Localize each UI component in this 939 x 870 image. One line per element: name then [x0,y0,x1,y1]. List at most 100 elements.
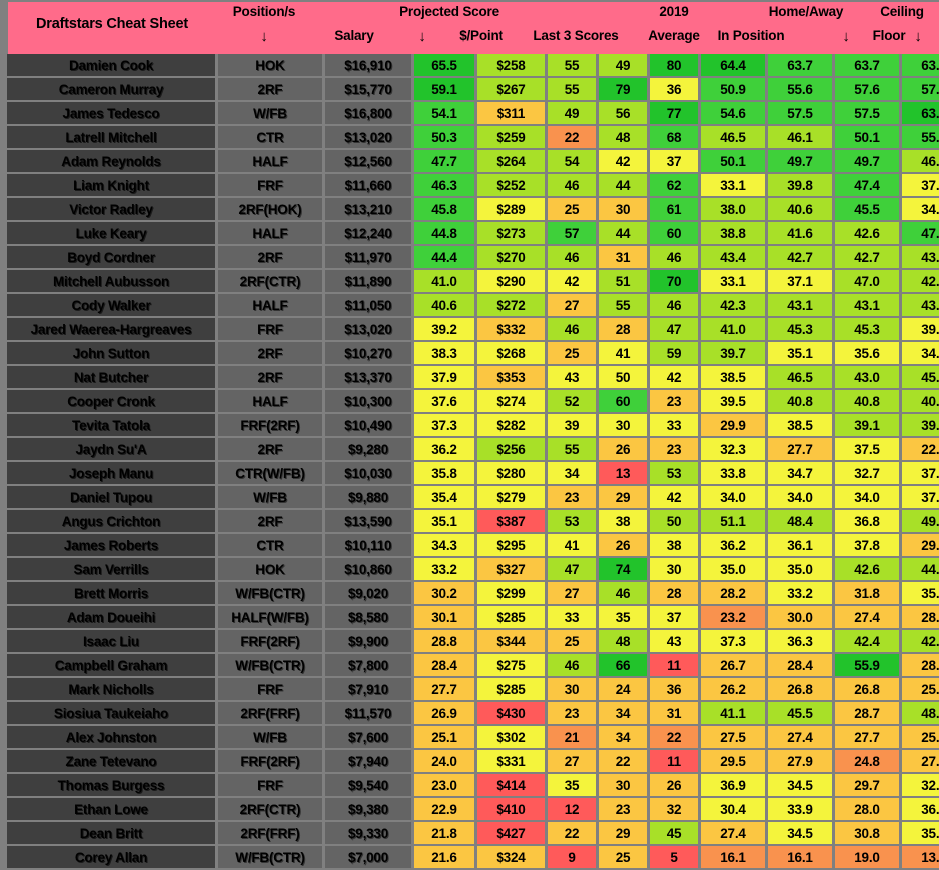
cell-inpos: 27.7 [768,438,832,460]
table-row[interactable]: Luke Keary HALF $12,240 44.8 $273 57 44 60 38.8 4… [7,222,939,244]
cell-haip: 35.1 [902,582,939,604]
cell-salary: $9,900 [325,630,411,652]
cell-pos: HALF(W/FB) [218,606,322,628]
table-row[interactable]: Brett Morris W/FB(CTR) $9,020 30.2 $299 27 46 2… [7,582,939,604]
cell-l2: 55 [599,294,647,316]
cell-l3: 61 [650,198,698,220]
cell-perpoint: $282 [477,414,545,436]
cell-perpoint: $273 [477,222,545,244]
cell-proj: 35.1 [414,510,474,532]
table-row[interactable]: Thomas Burgess FRF $9,540 23.0 $414 35 30 26 36.… [7,774,939,796]
cell-haip: 42.7 [902,630,939,652]
cell-perpoint: $302 [477,726,545,748]
cell-salary: $10,860 [325,558,411,580]
cell-haip: 55.9 [902,126,939,148]
cell-proj: 27.7 [414,678,474,700]
table-row[interactable]: John Sutton 2RF $10,270 38.3 $268 25 41 59 39.7 3… [7,342,939,364]
cell-inpos: 34.5 [768,822,832,844]
cell-l1: 25 [548,630,596,652]
cell-inpos: 38.5 [768,414,832,436]
cell-proj: 33.2 [414,558,474,580]
cell-pos: CTR [218,534,322,556]
table-row[interactable]: Sam Verrills HOK $10,860 33.2 $327 47 74 30 35.0… [7,558,939,580]
table-row[interactable]: Cooper Cronk HALF $10,300 37.6 $274 52 60 23 39.… [7,390,939,412]
cell-ha: 43.0 [835,366,899,388]
cell-name: Brett Morris [7,582,215,604]
table-row[interactable]: Adam Reynolds HALF $12,560 47.7 $264 54 42 37 50… [7,150,939,172]
cell-avg: 16.1 [701,846,765,868]
cell-l1: 23 [548,486,596,508]
cell-l2: 34 [599,726,647,748]
cell-pos: 2RF [218,342,322,364]
cell-haip: 34.3 [902,198,939,220]
cell-pos: W/FB(CTR) [218,582,322,604]
cell-perpoint: $299 [477,582,545,604]
cell-proj: 59.1 [414,78,474,100]
cell-name: Jared Waerea-Hargreaves [7,318,215,340]
cell-l2: 30 [599,774,647,796]
table-row[interactable]: Victor Radley 2RF(HOK) $13,210 45.8 $289 25 30… [7,198,939,220]
table-row[interactable]: Corey Allan W/FB(CTR) $7,000 21.6 $324 9 25 5 16… [7,846,939,868]
table-row[interactable]: Damien Cook HOK $16,910 65.5 $258 55 49 80 64.4 6… [7,54,939,76]
cell-inpos: 39.8 [768,174,832,196]
cell-salary: $11,050 [325,294,411,316]
table-row[interactable]: Ethan Lowe 2RF(CTR) $9,380 22.9 $410 12 23 32 30… [7,798,939,820]
table-row[interactable]: Campbell Graham W/FB(CTR) $7,800 28.4 $275 46… [7,654,939,676]
cell-perpoint: $268 [477,342,545,364]
table-row[interactable]: Joseph Manu CTR(W/FB) $10,030 35.8 $280 34 13 5… [7,462,939,484]
cell-ha: 37.5 [835,438,899,460]
cell-perpoint: $289 [477,198,545,220]
table-row[interactable]: Dean Britt 2RF(FRF) $9,330 21.8 $427 22 29 45 27… [7,822,939,844]
cell-ha: 27.4 [835,606,899,628]
table-row[interactable]: Mark Nicholls FRF $7,910 27.7 $285 30 24 36 26.2… [7,678,939,700]
cell-ha: 36.8 [835,510,899,532]
player-table: Damien Cook HOK $16,910 65.5 $258 55 49 80 64.4 6… [4,52,939,870]
table-row[interactable]: Mitchell Aubusson 2RF(CTR) $11,890 41.0 $290… [7,270,939,292]
cell-name: Latrell Mitchell [7,126,215,148]
cell-name: Daniel Tupou [7,486,215,508]
table-row[interactable]: Jaydn Su'A 2RF $9,280 36.2 $256 55 26 23 32.3 27.… [7,438,939,460]
cell-inpos: 45.5 [768,702,832,724]
cell-haip: 13.5 [902,846,939,868]
cell-perpoint: $264 [477,150,545,172]
cell-perpoint: $252 [477,174,545,196]
table-row[interactable]: Tevita Tatola FRF(2RF) $10,490 37.3 $282 39 30… [7,414,939,436]
table-row[interactable]: Cameron Murray 2RF $15,770 59.1 $267 55 79 36 50… [7,78,939,100]
cell-salary: $11,570 [325,702,411,724]
table-row[interactable]: Latrell Mitchell CTR $13,020 50.3 $259 22 48 68… [7,126,939,148]
cell-avg: 26.7 [701,654,765,676]
cell-salary: $7,800 [325,654,411,676]
table-row[interactable]: Zane Tetevano FRF(2RF) $7,940 24.0 $331 27 22 1… [7,750,939,772]
table-row[interactable]: Cody Walker HALF $11,050 40.6 $272 27 55 46 42.3… [7,294,939,316]
cell-l3: 30 [650,558,698,580]
table-row[interactable]: Adam Doueihi HALF(W/FB) $8,580 30.1 $285 33 35… [7,606,939,628]
cell-l3: 77 [650,102,698,124]
cell-ha: 28.7 [835,702,899,724]
table-row[interactable]: Isaac Liu FRF(2RF) $9,900 28.8 $344 25 48 43 37.… [7,630,939,652]
cell-l1: 54 [548,150,596,172]
table-row[interactable]: Siosiua Taukeiaho 2RF(FRF) $11,570 26.9 $430… [7,702,939,724]
table-row[interactable]: Boyd Cordner 2RF $11,970 44.4 $270 46 31 46 43.4… [7,246,939,268]
table-row[interactable]: James Tedesco W/FB $16,800 54.1 $311 49 56 77 54… [7,102,939,124]
cell-haip: 40.1 [902,390,939,412]
table-row[interactable]: Alex Johnston W/FB $7,600 25.1 $302 21 34 22 27.… [7,726,939,748]
cell-pos: HALF [218,294,322,316]
cell-inpos: 37.1 [768,270,832,292]
table-row[interactable]: Jared Waerea-Hargreaves FRF $13,020 39.2 $33… [7,318,939,340]
header-ceiling: Ceiling [880,4,924,19]
table-row[interactable]: James Roberts CTR $10,110 34.3 $295 41 26 38 36.… [7,534,939,556]
cell-pos: W/FB [218,726,322,748]
cell-proj: 45.8 [414,198,474,220]
table-row[interactable]: Liam Knight FRF $11,660 46.3 $252 46 44 62 33.1 3… [7,174,939,196]
cell-pos: FRF(2RF) [218,630,322,652]
cell-avg: 42.3 [701,294,765,316]
cell-pos: FRF [218,678,322,700]
table-row[interactable]: Daniel Tupou W/FB $9,880 35.4 $279 23 29 42 34.0… [7,486,939,508]
header-position: Position/s [232,4,296,19]
header-projected-arrow: ↓ [418,28,426,45]
table-row[interactable]: Nat Butcher 2RF $13,370 37.9 $353 43 50 42 38.5 4… [7,366,939,388]
table-row[interactable]: Angus Crichton 2RF $13,590 35.1 $387 53 38 50 51… [7,510,939,532]
cell-l3: 68 [650,126,698,148]
cell-haip: 37.3 [902,174,939,196]
cell-l1: 46 [548,318,596,340]
